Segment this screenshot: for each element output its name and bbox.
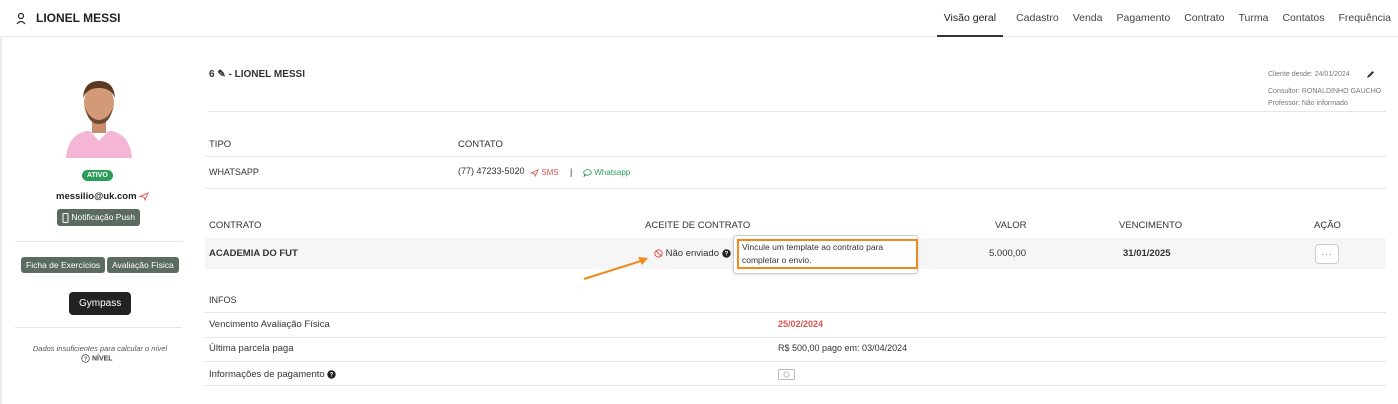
gympass-button[interactable]: Gympass (69, 292, 132, 315)
ban-icon (654, 249, 663, 258)
info-label-pagamento: Informações de pagamento ? (209, 369, 336, 380)
page-header: LIONEL MESSI Visão geral Cadastro Venda … (0, 0, 1398, 37)
question-circle-icon[interactable]: ? (721, 249, 731, 258)
divider (205, 385, 1386, 386)
divider (209, 111, 1386, 112)
cliente-desde: Cliente desde: 24/01/2024 (1268, 71, 1350, 78)
aceite-status: Não enviado ? (654, 248, 731, 259)
ficha-exercicios-button[interactable]: Ficha de Exercícios (21, 257, 106, 273)
send-icon[interactable] (138, 192, 150, 202)
status-badge: ATIVO (82, 170, 113, 181)
info-label-avaliacao: Vencimento Avaliação Física (209, 319, 330, 330)
user-icon (16, 12, 26, 25)
tab-frequencia[interactable]: Frequência (1331, 0, 1398, 36)
svg-text:?: ? (724, 252, 728, 258)
consultor: Consultor: RONALDINHO GAUCHO (1268, 88, 1382, 95)
sms-label: SMS (541, 168, 559, 177)
contract-name: ACADEMIA DO FUT (209, 248, 298, 259)
client-avatar (66, 81, 132, 158)
divider (205, 188, 1386, 189)
sidebar-divider (15, 327, 182, 328)
push-notification-label: Notificação Push (71, 212, 136, 222)
col-header-acao: AÇÃO (1314, 220, 1341, 231)
col-header-contato: CONTATO (458, 139, 503, 150)
divider (205, 337, 1386, 338)
col-header-tipo: TIPO (209, 139, 232, 150)
money-icon[interactable] (778, 369, 795, 380)
chat-icon (583, 169, 592, 178)
client-heading: 6 ✎ - LIONEL MESSI (209, 69, 305, 80)
contract-vencimento: 31/01/2025 (1123, 248, 1171, 259)
tab-contatos[interactable]: Contatos (1275, 0, 1331, 36)
infos-title: INFOS (209, 295, 237, 305)
info-label-pagamento-text: Informações de pagamento (209, 369, 325, 380)
professor: Professor: Não informado (1268, 100, 1348, 107)
sms-link[interactable]: SMS (529, 168, 559, 178)
info-label-parcela: Última parcela paga (209, 343, 294, 354)
avaliacao-fisica-button[interactable]: Avaliação Física (107, 257, 179, 273)
page-left-border (0, 36, 2, 404)
question-circle-icon[interactable]: ? (327, 370, 336, 379)
send-icon (529, 169, 539, 178)
question-circle-icon[interactable]: ? (81, 354, 90, 363)
email-text: messilio@uk.com (56, 191, 137, 202)
tab-visao-geral[interactable]: Visão geral (936, 0, 1004, 37)
annotation-arrow-icon (583, 257, 648, 280)
sidebar-divider (15, 241, 182, 242)
divider (205, 361, 1386, 362)
svg-text:?: ? (330, 373, 334, 379)
contact-tipo: WHATSAPP (209, 167, 259, 177)
more-actions-button[interactable]: ··· (1315, 244, 1339, 264)
contract-valor: 5.000,00 (989, 248, 1026, 259)
client-name-title: LIONEL MESSI (36, 11, 121, 25)
contact-number: (77) 47233-5020 (458, 166, 525, 176)
whatsapp-link[interactable]: Whatsapp (583, 168, 631, 178)
col-header-vencimento: VENCIMENTO (1119, 220, 1183, 231)
whatsapp-label: Whatsapp (594, 168, 631, 177)
info-value-parcela: R$ 500,00 pago em: 03/04/2024 (778, 343, 908, 353)
tab-contrato[interactable]: Contrato (1177, 0, 1231, 36)
tab-cadastro[interactable]: Cadastro (1009, 0, 1066, 36)
client-email: messilio@uk.com (56, 191, 150, 202)
phone-icon (62, 212, 69, 223)
tab-bar: Visão geral Cadastro Venda Pagamento Con… (936, 0, 1398, 37)
push-notification-button[interactable]: Notificação Push (57, 209, 141, 226)
tab-venda[interactable]: Venda (1066, 0, 1110, 36)
contact-separator: | (570, 167, 573, 177)
divider (205, 312, 1386, 313)
tab-turma[interactable]: Turma (1231, 0, 1275, 36)
nivel-label: NÍVEL (91, 355, 113, 363)
edit-pencil-icon[interactable] (1366, 70, 1375, 79)
col-header-valor: VALOR (995, 220, 1027, 231)
info-value-avaliacao: 25/02/2024 (778, 319, 824, 329)
divider (205, 156, 1386, 157)
tooltip-text: Vincule um template ao contrato para com… (737, 239, 918, 269)
tab-pagamento[interactable]: Pagamento (1109, 0, 1177, 36)
nivel-info: ? NÍVEL (81, 354, 113, 363)
nivel-message: Dados insuficientes para calcular o níve… (32, 344, 168, 353)
col-header-aceite: ACEITE DE CONTRATO (645, 220, 751, 231)
aceite-status-label: Não enviado (665, 248, 719, 259)
col-header-contrato: CONTRATO (209, 220, 262, 231)
aceite-tooltip: Vincule um template ao contrato para com… (733, 235, 918, 274)
